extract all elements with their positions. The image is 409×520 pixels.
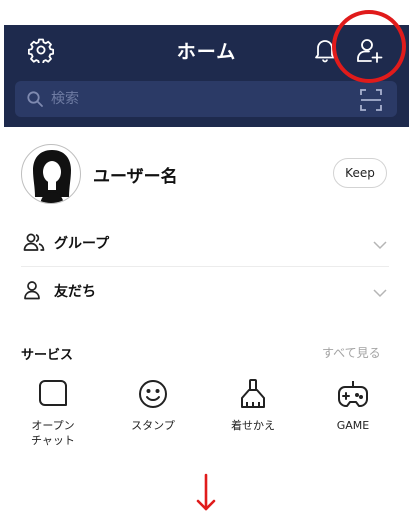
services-heading: サービス (21, 348, 74, 363)
see-all-link[interactable]: すべて見る (322, 344, 381, 361)
service-label: オープン チャット (31, 419, 75, 447)
top-header: ホーム (4, 25, 409, 127)
page-title: ホーム (176, 41, 237, 63)
bell-icon[interactable] (310, 35, 340, 65)
group-icon (23, 232, 45, 252)
username[interactable]: ユーザー名 (93, 162, 178, 187)
search-input[interactable] (51, 87, 351, 111)
service-game[interactable]: GAME (313, 378, 393, 433)
list-item-groups[interactable]: グループ (21, 222, 389, 262)
avatar[interactable] (21, 144, 81, 204)
service-stickers[interactable]: スタンプ (113, 378, 193, 433)
divider (21, 266, 389, 267)
qr-scan-icon[interactable] (360, 89, 382, 111)
list-item-friends[interactable]: 友だち (21, 270, 389, 310)
friend-icon (23, 280, 45, 300)
service-themes[interactable]: 着せかえ (213, 378, 293, 433)
service-label: スタンプ (131, 419, 175, 432)
arrow-down-icon (195, 473, 217, 513)
add-friend-icon[interactable] (353, 34, 387, 68)
chevron-down-icon[interactable] (373, 235, 387, 250)
open-chat-icon (37, 378, 69, 410)
service-open-chat[interactable]: オープン チャット (13, 378, 93, 448)
service-label: GAME (336, 419, 370, 432)
list-item-label: 友だち (54, 284, 96, 300)
theme-brush-icon (237, 378, 269, 410)
search-bar[interactable] (15, 81, 397, 117)
keep-button[interactable]: Keep (333, 158, 387, 188)
chevron-down-icon[interactable] (373, 283, 387, 298)
game-controller-icon (337, 378, 369, 410)
list-item-label: グループ (54, 236, 110, 252)
search-icon (26, 90, 44, 108)
service-label: 着せかえ (231, 419, 275, 432)
sticker-icon (137, 378, 169, 410)
